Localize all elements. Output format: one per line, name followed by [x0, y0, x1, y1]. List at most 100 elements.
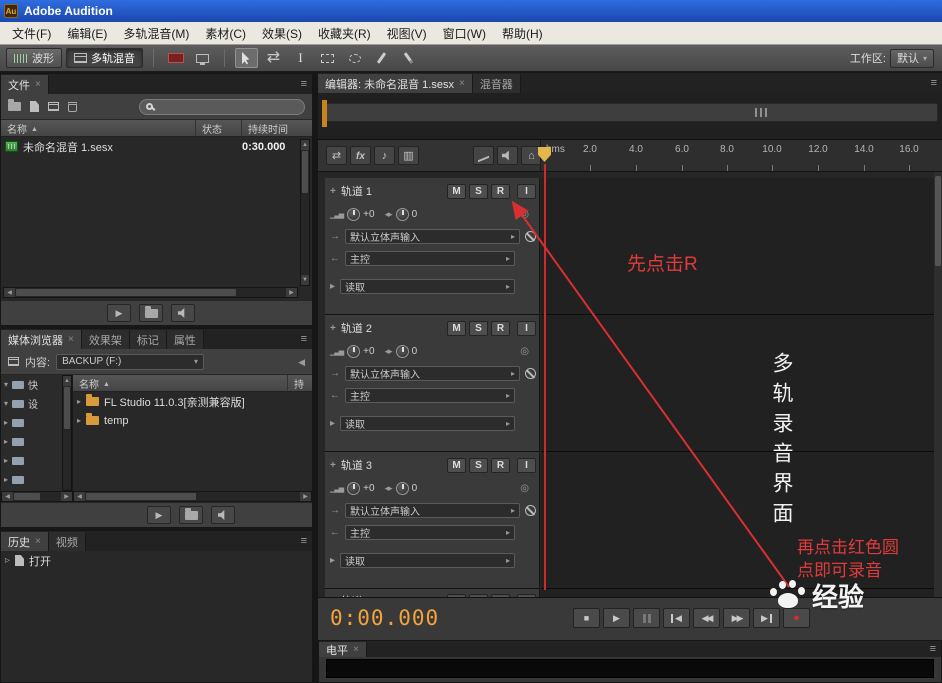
fast-forward-button[interactable] — [723, 608, 750, 628]
pause-button[interactable] — [633, 608, 660, 628]
input-monitor-button[interactable]: I — [517, 184, 536, 199]
tab-history[interactable]: 历史 — [1, 532, 49, 551]
lasso-tool-button[interactable] — [343, 48, 366, 68]
tab-properties[interactable]: 属性 — [167, 330, 204, 349]
auto-play-button[interactable] — [211, 506, 235, 524]
scroll-thumb[interactable] — [935, 176, 941, 266]
automation-mode-select[interactable]: 读取 — [340, 279, 515, 294]
folder-row[interactable]: temp — [73, 411, 312, 430]
scroll-up-arrow[interactable] — [63, 376, 71, 386]
content-drive-select[interactable]: BACKUP (F:) — [56, 354, 204, 370]
close-icon[interactable] — [68, 334, 74, 345]
expand-icon[interactable] — [4, 380, 8, 389]
panel-menu-icon[interactable] — [930, 643, 936, 655]
search-input[interactable] — [158, 101, 300, 113]
tab-markers[interactable]: 标记 — [130, 330, 167, 349]
marquee-tool-button[interactable] — [316, 48, 339, 68]
volume-knob[interactable] — [347, 208, 360, 221]
output-select[interactable]: 主控 — [345, 251, 515, 266]
loop-playback-button[interactable] — [139, 304, 163, 322]
track-name[interactable]: 轨道 3 — [341, 457, 372, 473]
tab-levels[interactable]: 电平 — [319, 642, 367, 657]
crossfade-button[interactable] — [473, 146, 494, 165]
track-lane[interactable] — [541, 589, 934, 597]
record-clip-button[interactable] — [164, 48, 187, 68]
mute-button[interactable]: M — [447, 321, 466, 336]
solo-monitor-button[interactable] — [497, 146, 518, 165]
scroll-right-arrow[interactable] — [300, 492, 311, 501]
scroll-up-arrow[interactable] — [301, 140, 309, 150]
menu-item-help[interactable]: 帮助(H) — [494, 23, 551, 44]
tab-media-browser[interactable]: 媒体浏览器 — [1, 330, 82, 349]
scroll-thumb[interactable] — [16, 289, 236, 296]
expand-icon[interactable] — [4, 418, 8, 427]
stereo-link-icon[interactable] — [520, 483, 529, 494]
pan-knob[interactable] — [396, 482, 409, 495]
stereo-link-icon[interactable] — [520, 209, 529, 220]
clip-properties-button[interactable] — [374, 146, 395, 165]
tab-mixer[interactable]: 混音器 — [473, 74, 521, 93]
scroll-left-arrow[interactable] — [74, 492, 85, 501]
track-lane[interactable] — [541, 315, 934, 452]
close-icon[interactable] — [35, 536, 41, 547]
timeline-ruler[interactable]: hms 2.0 4.0 6.0 8.0 10.0 12.0 14.0 16.0 — [540, 140, 942, 171]
menu-item-clip[interactable]: 素材(C) — [197, 23, 254, 44]
brush-tool-button[interactable] — [370, 48, 393, 68]
vertical-scrollbar[interactable] — [300, 139, 310, 286]
histogram-button[interactable] — [398, 146, 419, 165]
output-select[interactable]: 主控 — [345, 388, 515, 403]
menu-item-effects[interactable]: 效果(S) — [254, 23, 310, 44]
solo-button[interactable]: S — [469, 321, 488, 336]
menu-item-edit[interactable]: 编辑(E) — [59, 23, 115, 44]
pan-knob[interactable] — [396, 345, 409, 358]
column-duration[interactable]: 持 — [288, 375, 312, 391]
panel-menu-icon[interactable] — [301, 333, 307, 345]
waveform-view-button[interactable]: 波形 — [6, 48, 62, 68]
razor-tool-button[interactable] — [262, 48, 285, 68]
tab-files[interactable]: 文件 — [1, 75, 49, 94]
column-status[interactable]: 状态 — [196, 120, 242, 136]
loop-playback-button[interactable] — [179, 506, 203, 524]
auto-play-button[interactable] — [171, 304, 195, 322]
move-tool-button[interactable] — [235, 48, 258, 68]
pan-knob[interactable] — [396, 208, 409, 221]
scroll-left-arrow[interactable] — [4, 288, 15, 297]
navigator-grip-icon[interactable] — [755, 108, 769, 117]
automation-icon[interactable] — [330, 281, 335, 292]
open-file-icon[interactable] — [8, 102, 21, 111]
scroll-right-arrow[interactable] — [61, 492, 72, 501]
title-bar[interactable]: Au Adobe Audition — [0, 0, 942, 22]
monitor-off-icon[interactable] — [525, 505, 536, 516]
menu-item-view[interactable]: 视图(V) — [379, 23, 435, 44]
play-button[interactable] — [603, 608, 630, 628]
track-name[interactable]: 轨道 1 — [341, 183, 372, 199]
view-mode-icon[interactable] — [8, 357, 19, 366]
automation-icon[interactable] — [330, 555, 335, 566]
automation-mode-select[interactable]: 读取 — [340, 553, 515, 568]
time-display[interactable]: 0:00.000 — [330, 606, 439, 630]
rewind-button[interactable] — [693, 608, 720, 628]
tab-editor-session[interactable]: 编辑器: 未命名混音 1.sesx — [318, 74, 473, 93]
record-arm-button[interactable]: R — [491, 458, 510, 473]
close-icon[interactable] — [353, 644, 359, 655]
column-name[interactable]: 名称 — [1, 120, 196, 136]
input-select[interactable]: 默认立体声输入 — [345, 503, 520, 518]
input-select[interactable]: 默认立体声输入 — [345, 366, 520, 381]
solo-button[interactable]: S — [469, 458, 488, 473]
volume-knob[interactable] — [347, 345, 360, 358]
scroll-thumb[interactable] — [64, 387, 70, 429]
play-button[interactable] — [147, 506, 171, 524]
stop-button[interactable] — [573, 608, 600, 628]
automation-icon[interactable] — [330, 418, 335, 429]
close-icon[interactable] — [459, 78, 465, 89]
panel-menu-icon[interactable] — [931, 77, 937, 89]
text-tool-button[interactable]: I — [289, 48, 312, 68]
tracks-vertical-scrollbar[interactable] — [934, 172, 942, 597]
menu-item-favorites[interactable]: 收藏夹(R) — [310, 23, 379, 44]
automation-mode-select[interactable]: 读取 — [340, 416, 515, 431]
menu-item-file[interactable]: 文件(F) — [4, 23, 59, 44]
pencil-tool-button[interactable] — [397, 48, 420, 68]
scroll-thumb[interactable] — [14, 493, 40, 500]
panel-menu-icon[interactable] — [301, 535, 307, 547]
solo-button[interactable]: S — [469, 184, 488, 199]
